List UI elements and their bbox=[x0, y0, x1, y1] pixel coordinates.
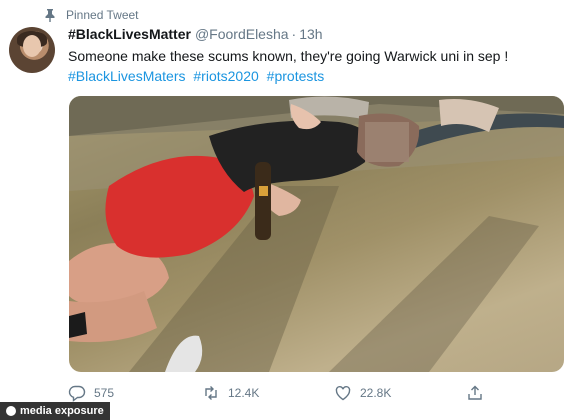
like-count: 22.8K bbox=[360, 386, 392, 400]
watermark-text: media exposure bbox=[20, 405, 104, 417]
pin-icon bbox=[44, 8, 56, 22]
reply-icon bbox=[68, 384, 86, 402]
camera-icon bbox=[6, 406, 16, 416]
hashtag-link[interactable]: #riots2020 bbox=[193, 68, 258, 84]
tweet-header: #BlackLivesMatter @FoordElesha · 13h bbox=[68, 26, 323, 42]
reply-action[interactable]: 575 bbox=[68, 384, 114, 402]
separator-dot: · bbox=[291, 26, 297, 42]
heart-icon bbox=[334, 384, 352, 402]
hashtag-link[interactable]: #protests bbox=[267, 68, 325, 84]
display-name[interactable]: #BlackLivesMatter bbox=[68, 26, 191, 42]
tweet-actions: 575 12.4K 22.8K bbox=[68, 384, 488, 406]
tweet-text: Someone make these scums known, they're … bbox=[68, 48, 509, 64]
tweet-media-photo[interactable] bbox=[69, 96, 564, 372]
share-action[interactable] bbox=[466, 384, 484, 402]
share-icon bbox=[466, 384, 484, 402]
user-handle[interactable]: @FoordElesha bbox=[195, 26, 289, 42]
retweet-count: 12.4K bbox=[228, 386, 260, 400]
like-action[interactable]: 22.8K bbox=[334, 384, 391, 402]
hashtag-list: #BlackLivesMaters #riots2020 #protests bbox=[68, 68, 328, 84]
tweet-timestamp[interactable]: 13h bbox=[299, 26, 322, 42]
media-watermark: media exposure bbox=[0, 402, 110, 420]
retweet-action[interactable]: 12.4K bbox=[202, 384, 259, 402]
retweet-icon bbox=[202, 384, 220, 402]
reply-count: 575 bbox=[94, 386, 115, 400]
avatar[interactable] bbox=[9, 27, 55, 73]
pinned-label: Pinned Tweet bbox=[66, 8, 139, 22]
hashtag-link[interactable]: #BlackLivesMaters bbox=[68, 68, 186, 84]
pinned-indicator: Pinned Tweet bbox=[44, 7, 139, 23]
photo-illustration bbox=[69, 96, 564, 372]
avatar-face bbox=[23, 35, 41, 57]
